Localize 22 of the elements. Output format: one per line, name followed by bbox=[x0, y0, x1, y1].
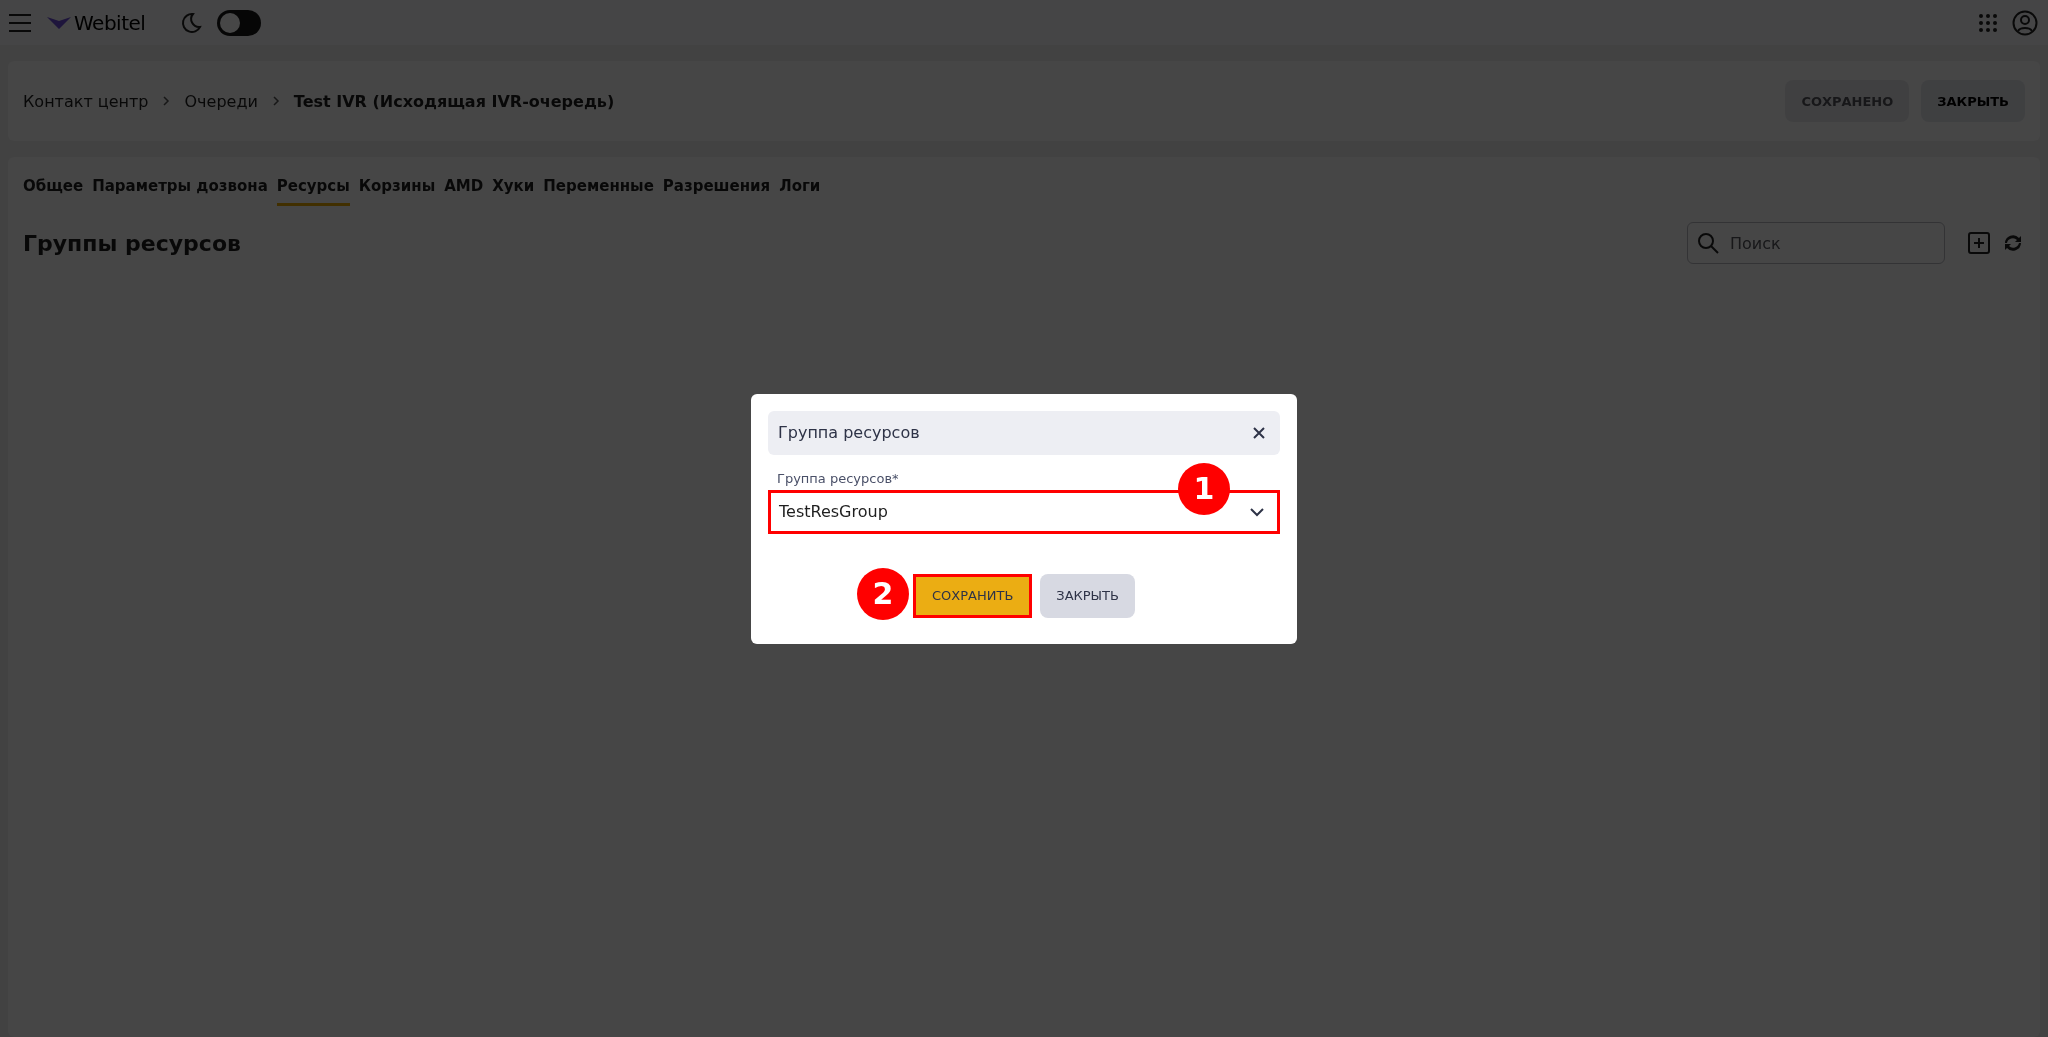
close-icon bbox=[1252, 425, 1266, 440]
close-button[interactable]: ЗАКРЫТЬ bbox=[1040, 573, 1135, 618]
tab[interactable]: Логи bbox=[779, 173, 821, 206]
breadcrumb-item: Test IVR (Исходящая IVR-очередь) bbox=[293, 91, 615, 111]
breadcrumb-item[interactable]: Очереди bbox=[184, 91, 258, 111]
select-value: TestResGroup bbox=[779, 502, 889, 521]
save-button[interactable]: СОХРАНИТЬ bbox=[913, 573, 1033, 618]
tab[interactable]: Переменные bbox=[543, 173, 654, 206]
tab[interactable]: Общее bbox=[23, 173, 84, 206]
step-marker: 1 bbox=[1178, 462, 1230, 515]
dialog-title: Группа ресурсов bbox=[778, 423, 921, 442]
field-label: Группа ресурсов* bbox=[777, 470, 900, 486]
breadcrumb-item[interactable]: Контакт центр bbox=[23, 91, 149, 111]
tab[interactable]: Корзины bbox=[358, 173, 436, 206]
logo-text: Webitel bbox=[74, 10, 146, 35]
tab[interactable]: Хуки bbox=[492, 173, 535, 206]
step-marker: 2 bbox=[857, 567, 909, 620]
chevron-down-icon bbox=[1249, 506, 1265, 517]
tab[interactable]: Разрешения bbox=[662, 173, 771, 206]
tab[interactable]: AMD bbox=[444, 173, 484, 206]
tab[interactable]: Параметры дозвона bbox=[92, 173, 268, 206]
section-title: Группы ресурсов bbox=[23, 230, 242, 256]
